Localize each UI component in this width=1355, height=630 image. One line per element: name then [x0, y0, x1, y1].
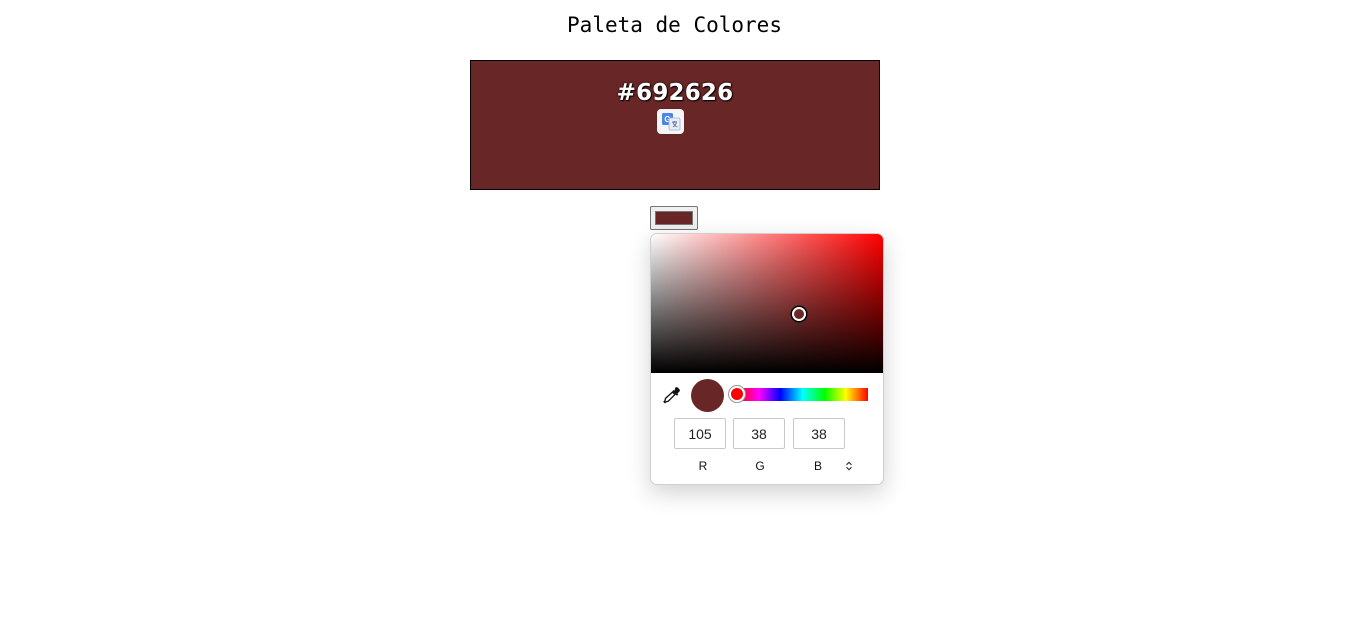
hue-slider[interactable] [729, 386, 868, 402]
eyedropper-icon[interactable] [663, 386, 681, 404]
red-label: R [698, 459, 708, 473]
red-value-input[interactable] [674, 418, 726, 449]
color-input-swatch [655, 211, 693, 225]
eyedropper-icon-graphic [663, 387, 680, 404]
hue-slider-handle[interactable] [729, 386, 745, 402]
google-translate-icon-graphic: G [662, 113, 681, 131]
color-display-panel: #692626 G [470, 60, 880, 190]
up-down-arrows-icon[interactable] [841, 457, 857, 475]
green-value-input[interactable] [733, 418, 785, 449]
format-toggle-graphic [846, 461, 852, 471]
blue-value-input[interactable] [793, 418, 845, 449]
hex-code-label: #692626 [616, 80, 734, 106]
saturation-value-area[interactable] [651, 234, 883, 373]
color-input-button[interactable] [650, 206, 698, 230]
green-label: G [755, 459, 765, 473]
saturation-value-handle[interactable] [792, 307, 806, 321]
page-title: Paleta de Colores [567, 13, 782, 37]
color-picker-popup: R G B [650, 233, 884, 485]
selected-color-preview [691, 379, 724, 412]
google-translate-icon[interactable]: G [657, 109, 684, 134]
blue-label: B [813, 459, 822, 473]
